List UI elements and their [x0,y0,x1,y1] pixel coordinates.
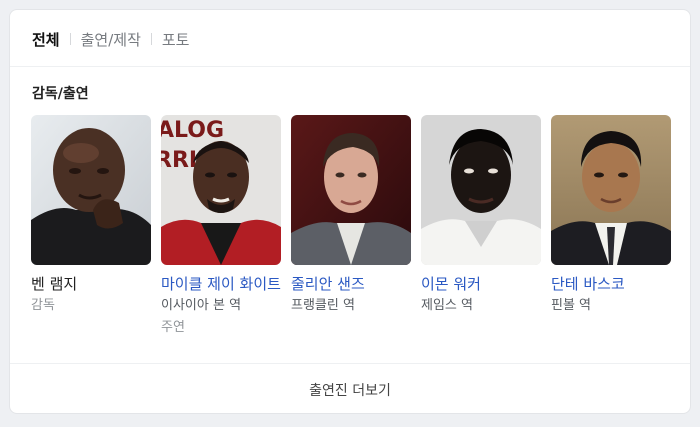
person-name[interactable]: 벤 램지 [31,274,151,294]
person-name[interactable]: 단테 바스코 [551,274,671,294]
person-name[interactable]: 마이클 제이 화이트 [161,274,281,294]
person-card[interactable]: 단테 바스코 핀볼 역 [551,115,671,337]
person-role: 핀볼 역 [551,298,592,313]
tab-all[interactable]: 전체 [32,29,60,50]
person-card[interactable]: 줄리안 샌즈 프랭클린 역 [291,115,411,337]
person-photo[interactable] [421,115,541,265]
svg-text:ALOG: ALOG [161,118,224,143]
people-list: 벤 램지 감독 ALOG RRING 마이 [31,115,681,337]
section-title: 감독/출연 [32,86,89,102]
person-photo[interactable] [31,115,151,265]
person-photo[interactable]: ALOG RRING [161,115,281,265]
person-name[interactable]: 이몬 워커 [421,274,541,294]
person-role: 프랭클린 역 [291,298,355,313]
person-card[interactable]: 벤 램지 감독 [31,115,151,337]
cast-card: 전체 출연/제작 포토 감독/출연 벤 램지 감독 ALOG 마이클 제이 화이… [9,9,691,414]
person-photo[interactable] [551,115,671,265]
person-card[interactable]: ALOG RRING 마이클 제이 화이트 이사이아 본 역 주연 [161,115,281,337]
person-role: 제임스 역 [421,298,473,313]
more-cast-button[interactable]: 출연진 더보기 [10,364,690,413]
divider [10,66,690,67]
person-photo[interactable] [291,115,411,265]
person-card[interactable]: 이몬 워커 제임스 역 [421,115,541,337]
person-name[interactable]: 줄리안 샌즈 [291,274,411,294]
tab-divider [150,33,152,45]
person-role: 이사이아 본 역 [161,298,242,313]
tab-photos[interactable]: 포토 [162,29,190,50]
tab-bar: 전체 출연/제작 포토 [32,28,189,50]
person-role: 감독 [31,298,55,313]
tab-cast-production[interactable]: 출연/제작 [81,29,141,50]
tab-divider [69,33,71,45]
person-sub-role: 주연 [161,320,185,335]
